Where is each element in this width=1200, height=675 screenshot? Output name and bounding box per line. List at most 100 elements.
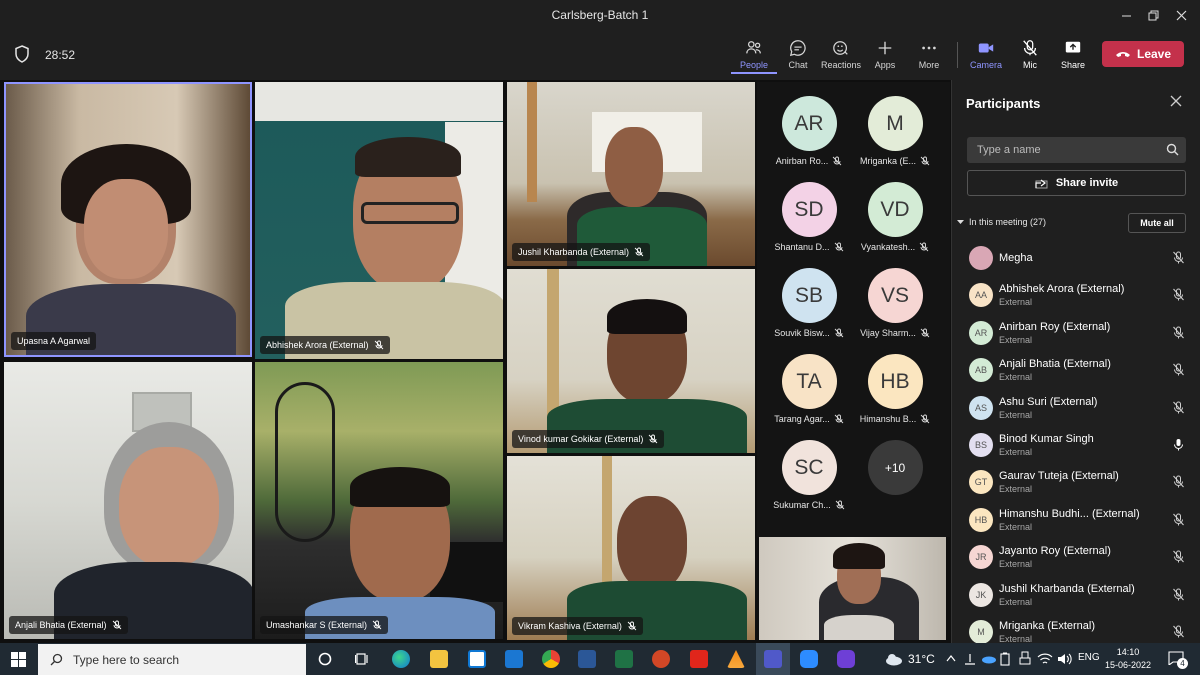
mic-off-icon: [919, 242, 929, 252]
windows-start-icon[interactable]: [11, 652, 26, 667]
chat-button[interactable]: Chat: [775, 36, 821, 76]
avatar-name: Anirban Ro...: [766, 156, 852, 166]
webex-icon[interactable]: [837, 650, 855, 668]
overflow-participants-button[interactable]: +10: [852, 440, 938, 495]
avatar-tile[interactable]: HB Himanshu B...: [852, 354, 938, 424]
mic-off-icon[interactable]: [1172, 401, 1185, 414]
teams-taskbar-active[interactable]: [756, 643, 790, 675]
avatar-tile[interactable]: M Mriganka (E...: [852, 96, 938, 166]
network-icon[interactable]: [963, 652, 977, 666]
meeting-timer: 28:52: [45, 48, 76, 62]
file-explorer-icon[interactable]: [430, 650, 448, 668]
search-icon[interactable]: [1166, 143, 1179, 156]
notification-center-button[interactable]: 4: [1168, 651, 1188, 669]
close-window-button[interactable]: [1168, 4, 1194, 26]
mic-off-icon[interactable]: [1172, 588, 1185, 601]
participant-row[interactable]: AA Abhishek Arora (External) External: [952, 277, 1200, 314]
minimize-button[interactable]: [1113, 4, 1139, 26]
video-tile-vikram[interactable]: Vikram Kashiva (External): [507, 456, 755, 640]
participant-row[interactable]: HB Himanshu Budhi... (External) External: [952, 502, 1200, 539]
input-language[interactable]: ENG: [1078, 652, 1100, 663]
weather-cloud-icon[interactable]: [885, 652, 903, 666]
chevron-up-icon[interactable]: [946, 654, 956, 662]
avatar-tile[interactable]: SD Shantanu D...: [766, 182, 852, 252]
excel-icon[interactable]: [615, 650, 633, 668]
mic-off-icon[interactable]: [1172, 550, 1185, 563]
people-button[interactable]: People: [731, 36, 777, 74]
avatar-tile[interactable]: AR Anirban Ro...: [766, 96, 852, 166]
wifi-icon[interactable]: [1037, 652, 1053, 665]
participant-row[interactable]: AS Ashu Suri (External) External: [952, 390, 1200, 427]
restore-button[interactable]: [1140, 4, 1166, 26]
mic-button[interactable]: Mic: [1007, 36, 1053, 76]
taskbar-search-box[interactable]: Type here to search: [38, 644, 306, 675]
edge-icon[interactable]: [392, 650, 410, 668]
system-clock[interactable]: 14:10 15-06-2022: [1098, 646, 1158, 672]
avatar-tile[interactable]: SC Sukumar Ch...: [766, 440, 852, 510]
participant-row[interactable]: BS Binod Kumar Singh External: [952, 427, 1200, 464]
chrome-icon[interactable]: [542, 650, 560, 668]
mic-off-icon: [920, 328, 930, 338]
chat-label: Chat: [788, 60, 808, 70]
mic-off-icon[interactable]: [1172, 363, 1185, 376]
camera-button[interactable]: Camera: [963, 36, 1009, 76]
close-panel-button[interactable]: [1170, 94, 1182, 111]
clock-time: 14:10: [1116, 647, 1140, 657]
powerpoint-icon[interactable]: [652, 650, 670, 668]
avatar-tile[interactable]: VD Vyankatesh...: [852, 182, 938, 252]
mic-off-icon[interactable]: [1172, 326, 1185, 339]
participant-row[interactable]: AR Anirban Roy (External) External: [952, 315, 1200, 352]
video-tile-vinod[interactable]: Vinod kumar Gokikar (External): [507, 269, 755, 453]
avatar-tile[interactable]: SB Souvik Bisw...: [766, 268, 852, 338]
bicycle-frame: [275, 382, 335, 542]
mic-off-icon[interactable]: [1172, 625, 1185, 638]
mic-off-icon[interactable]: [1172, 288, 1185, 301]
video-tile-jushil[interactable]: Jushil Kharbanda (External): [507, 82, 755, 266]
word-icon[interactable]: [578, 650, 596, 668]
weather-temperature[interactable]: 31°C: [908, 652, 935, 666]
onedrive-cloud-icon[interactable]: [981, 654, 997, 664]
shield-icon[interactable]: [14, 45, 30, 63]
mic-off-icon: [920, 156, 930, 166]
video-tile-abhishek[interactable]: Abhishek Arora (External): [255, 82, 503, 359]
store-icon[interactable]: [468, 650, 486, 668]
participant-row[interactable]: M Mriganka (External) External: [952, 614, 1200, 643]
participant-row[interactable]: GT Gaurav Tuteja (External) External: [952, 464, 1200, 501]
more-button[interactable]: More: [906, 36, 952, 76]
in-meeting-section-toggle[interactable]: In this meeting (27): [957, 217, 1046, 227]
leave-button[interactable]: Leave: [1102, 41, 1184, 67]
participant-row[interactable]: AB Anjali Bhatia (External) External: [952, 352, 1200, 389]
share-button[interactable]: Share: [1050, 36, 1096, 76]
battery-icon[interactable]: [1000, 652, 1010, 666]
video-tile-anjali[interactable]: Anjali Bhatia (External): [4, 362, 252, 639]
cortana-icon[interactable]: [318, 652, 332, 666]
participant-name: Himanshu Budhi... (External): [999, 508, 1140, 520]
mail-icon[interactable]: [505, 650, 523, 668]
video-tile-upasna[interactable]: Upasna A Agarwal: [4, 82, 252, 357]
mic-off-icon[interactable]: [1172, 251, 1185, 264]
avatar-tile[interactable]: VS Vijay Sharm...: [852, 268, 938, 338]
share-screen-icon: [1065, 41, 1081, 53]
mic-off-icon[interactable]: [1172, 513, 1185, 526]
mic-on-icon[interactable]: [1172, 438, 1185, 451]
acrobat-icon[interactable]: [690, 650, 708, 668]
usb-icon[interactable]: [1018, 651, 1032, 665]
video-tile-umashankar[interactable]: Umashankar S (External): [255, 362, 503, 639]
mic-off-icon[interactable]: [1172, 475, 1185, 488]
zoom-icon[interactable]: [800, 650, 818, 668]
vlc-icon[interactable]: [727, 650, 745, 668]
participant-search-input[interactable]: [967, 137, 1186, 163]
avatar-name: Shantanu D...: [766, 242, 852, 252]
participant-skin: [84, 179, 168, 279]
self-view-video[interactable]: [759, 537, 946, 640]
share-invite-button[interactable]: Share invite: [967, 170, 1186, 196]
reactions-button[interactable]: Reactions: [818, 36, 864, 76]
task-view-icon[interactable]: [355, 652, 370, 666]
speaker-volume-icon[interactable]: [1057, 652, 1072, 666]
participant-row[interactable]: JK Jushil Kharbanda (External) External: [952, 577, 1200, 614]
avatar-tile[interactable]: TA Tarang Agar...: [766, 354, 852, 424]
participant-row[interactable]: Megha: [952, 240, 1200, 277]
mute-all-button[interactable]: Mute all: [1128, 213, 1186, 233]
participant-row[interactable]: JR Jayanto Roy (External) External: [952, 539, 1200, 576]
apps-button[interactable]: Apps: [862, 36, 908, 76]
